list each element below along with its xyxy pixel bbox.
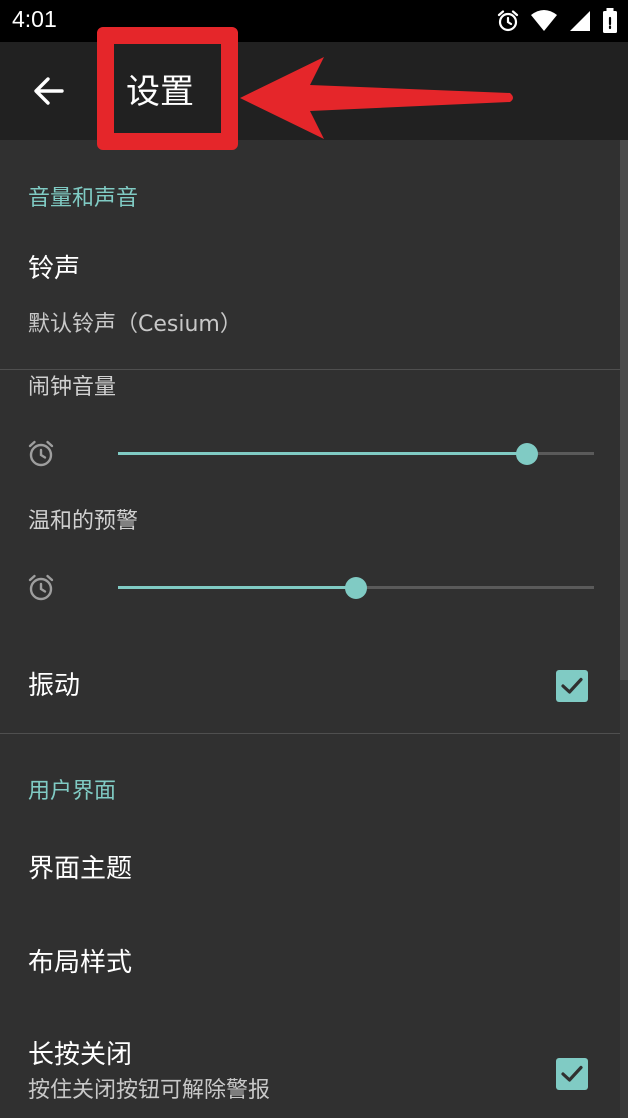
divider [0, 369, 620, 370]
layout-style-title: 布局样式 [28, 948, 133, 978]
back-button[interactable] [22, 64, 76, 118]
gentle-alert-title: 温和的预警 [28, 509, 139, 534]
page-title: 设置 [126, 72, 194, 112]
slider-fill [118, 452, 528, 455]
status-icons [496, 8, 618, 34]
alarm-clock-icon [28, 440, 54, 467]
check-icon [561, 1065, 583, 1082]
long-press-preference[interactable]: 长按关闭 按住关闭按钮可解除警报 [0, 1030, 620, 1118]
check-icon [561, 677, 583, 694]
ringtone-title: 铃声 [28, 254, 81, 284]
wifi-icon [531, 10, 557, 31]
ringtone-preference[interactable]: 铃声 默认铃声（Cesium） [0, 240, 620, 368]
long-press-title: 长按关闭 [28, 1040, 133, 1070]
layout-style-preference[interactable]: 布局样式 [0, 924, 620, 1002]
long-press-checkbox[interactable] [556, 1058, 588, 1090]
divider [0, 733, 620, 734]
long-press-summary: 按住关闭按钮可解除警报 [28, 1078, 271, 1103]
ringtone-summary: 默认铃声（Cesium） [28, 312, 242, 337]
status-bar: 4:01 [0, 0, 628, 42]
section-header-sound: 音量和声音 [28, 186, 139, 211]
scrollbar-track[interactable] [620, 140, 628, 1118]
section-header-ui: 用户界面 [28, 779, 117, 804]
scrollbar-thumb[interactable] [620, 140, 628, 680]
vibrate-preference[interactable]: 振动 [0, 640, 620, 732]
slider-thumb[interactable] [516, 443, 539, 465]
cell-signal-icon [570, 11, 590, 31]
gentle-alert-slider[interactable] [118, 576, 594, 600]
vibrate-checkbox[interactable] [556, 670, 588, 702]
status-time: 4:01 [12, 6, 57, 32]
slider-thumb[interactable] [345, 577, 367, 599]
alarm-volume-title: 闹钟音量 [28, 375, 117, 400]
alarm-volume-slider[interactable] [118, 442, 594, 466]
battery-icon [603, 8, 617, 33]
vibrate-title: 振动 [28, 671, 81, 701]
arrow-back-icon [34, 77, 64, 105]
alarm-clock-icon [28, 574, 54, 601]
settings-list: 音量和声音 铃声 默认铃声（Cesium） 闹钟音量 温和的预警 振动 用户界面… [0, 140, 628, 1118]
theme-title: 界面主题 [28, 854, 133, 884]
theme-preference[interactable]: 界面主题 [0, 830, 620, 908]
slider-fill [118, 586, 356, 589]
app-bar: 设置 [0, 42, 628, 140]
alarm-clock-icon [497, 10, 519, 32]
